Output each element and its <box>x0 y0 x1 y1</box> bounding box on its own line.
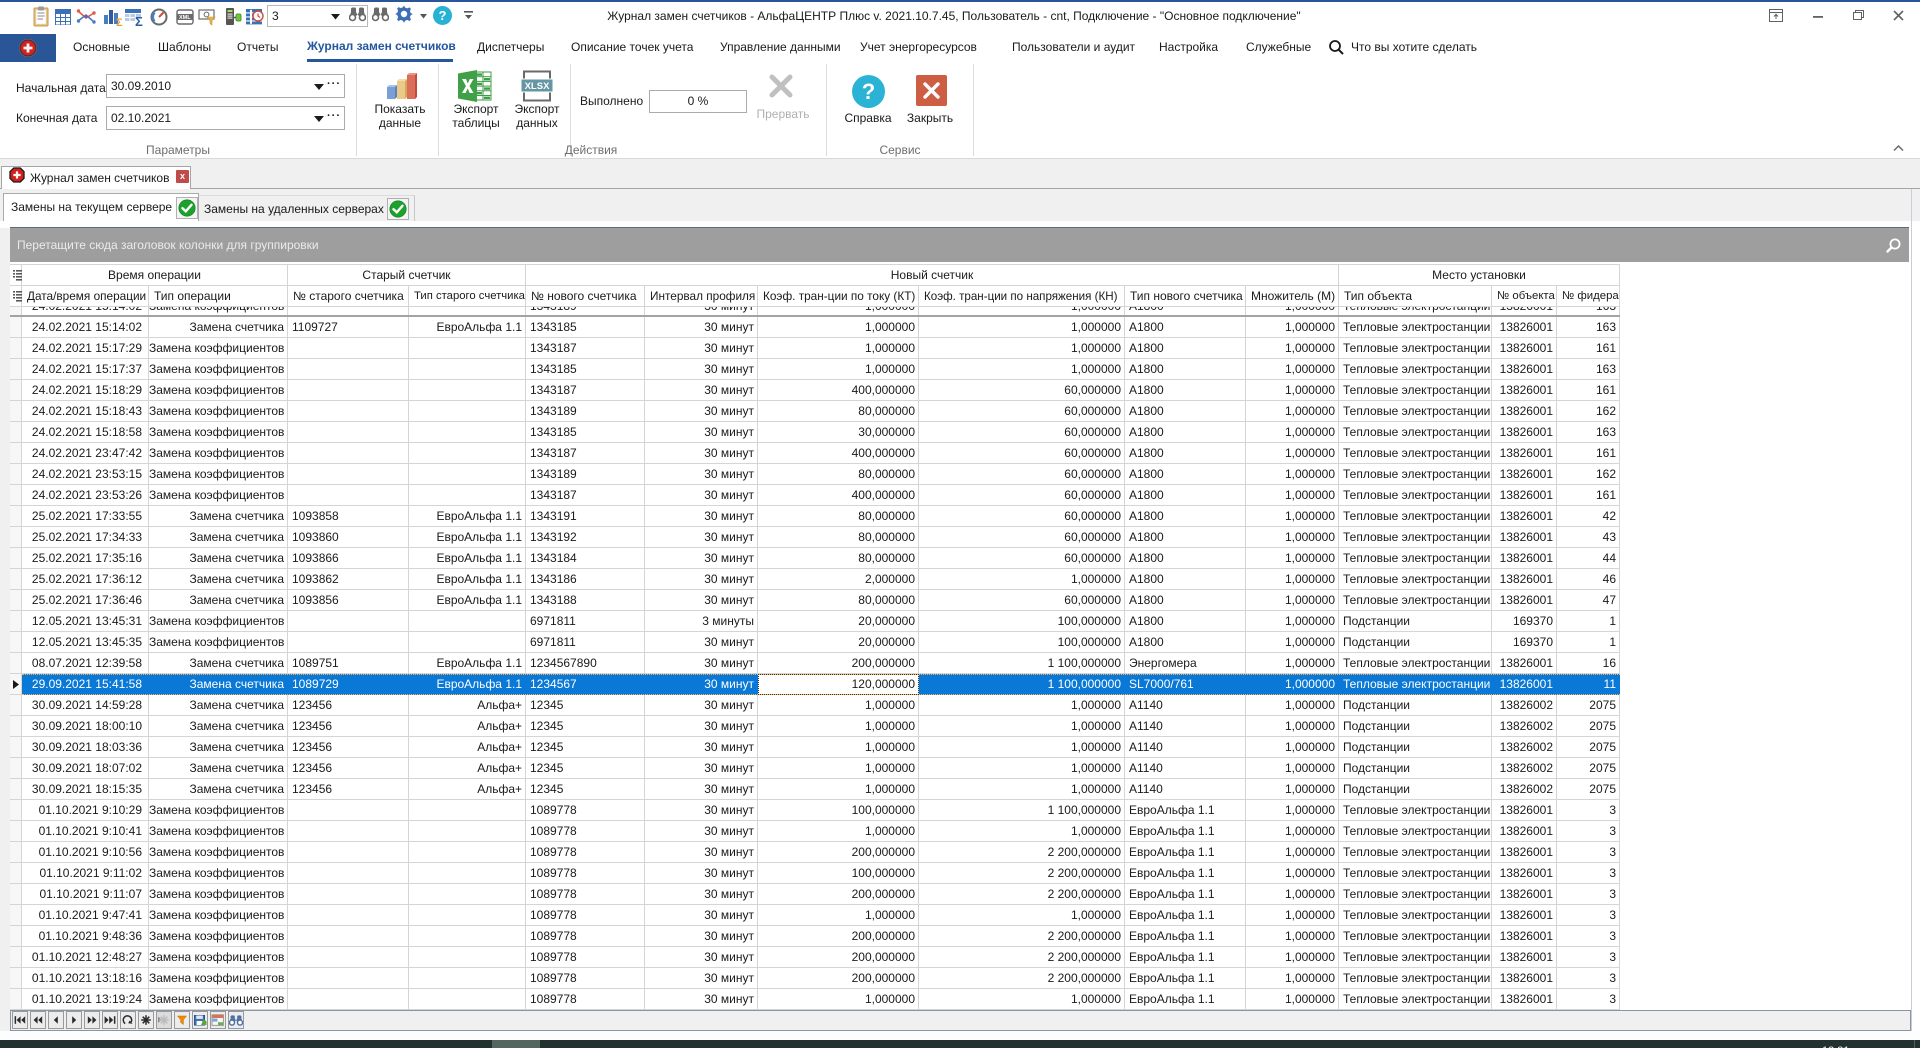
svg-text:Σ: Σ <box>135 14 143 29</box>
svg-text:XLSX: XLSX <box>525 81 550 92</box>
svg-text:XML: XML <box>179 15 191 21</box>
svg-text:Σ: Σ <box>116 17 123 29</box>
